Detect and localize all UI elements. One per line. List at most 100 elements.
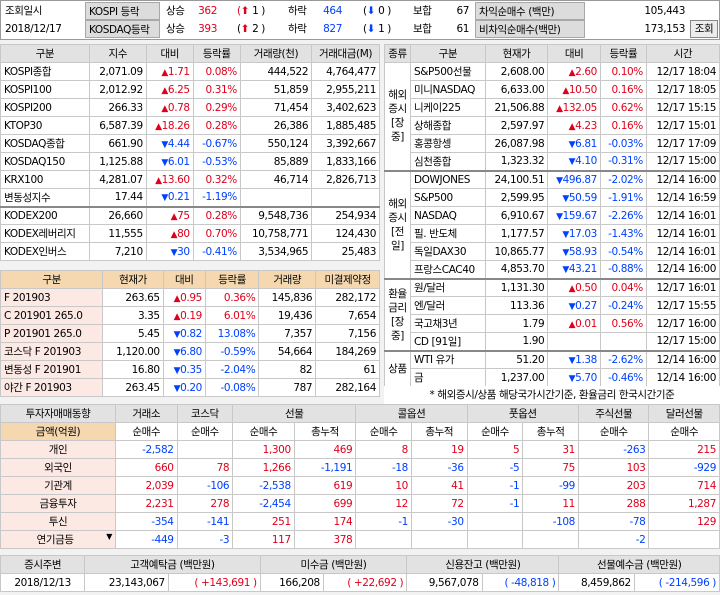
world-change: 0.50 — [547, 278, 601, 297]
index-value: 6,587.39 — [88, 116, 147, 135]
investor-row[interactable]: 금융투자 2,231 278 -2,454 699 12 72 -1 11 288 1,287 — [0, 494, 720, 513]
deriv-price: 3.35 — [102, 306, 164, 325]
world-row[interactable]: 해외증시[장중]S&P500선물2,608.002.600.10%12/17 1… — [384, 62, 720, 171]
index-row[interactable]: KOSDAQ1501,125.886.01-0.53%85,8891,833,1… — [0, 152, 380, 171]
index-row[interactable]: KTOP306,587.3918.260.28%26,3861,885,485 — [0, 116, 380, 135]
index-volume: 550,124 — [239, 134, 313, 153]
index-name: KODEX인버스 — [0, 242, 90, 261]
funds-header-4: 선물예수금 (백만원) — [558, 555, 720, 574]
index-value: 2,071.09 — [88, 62, 147, 81]
world-row[interactable]: NASDAQ6,910.67159.67-2.26%12/14 16:01 — [385, 206, 720, 225]
world-row[interactable]: 환율금리[장중]원/달러1,131.300.500.04%12/17 16:01 — [384, 278, 720, 351]
query-button[interactable]: 조회 — [690, 20, 718, 38]
world-row[interactable]: S&P5002,599.9550.59-1.91%12/14 16:59 — [385, 188, 720, 207]
funds-credit-change: ( -48,818 ) — [481, 573, 560, 592]
investor-value: 75 — [522, 458, 579, 477]
deriv-name: P 201901 265.0 — [0, 324, 104, 343]
world-name: 홍콩항셍 — [410, 134, 486, 153]
deriv-row[interactable]: C 201901 265.03.350.196.01%19,4367,654 — [0, 306, 380, 325]
index-row[interactable]: KODEX20026,660750.28%9,548,736254,934 — [0, 206, 380, 225]
world-row[interactable]: 홍콩항셍26,087.986.81-0.03%12/17 17:09 — [385, 134, 720, 153]
index-row[interactable]: KOSPI200266.330.780.29%71,4543,402,623 — [0, 98, 380, 117]
world-time: 12/17 16:00 — [645, 314, 720, 333]
index-change: 13.60 — [145, 170, 194, 189]
world-name: 프랑스CAC40 — [410, 260, 486, 279]
index-row[interactable]: KOSPI종합2,071.091.710.08%444,5224,764,477 — [0, 62, 380, 81]
deriv-name: 코스닥 F 201903 — [0, 342, 104, 361]
investor-value: 1,300 — [232, 440, 295, 459]
investor-row[interactable]: 개인 -2,582 1,300 469 8 19 5 31 -263 215 — [0, 440, 720, 459]
world-header-row: 종류 구분 현재가 대비 등락률 시간 — [384, 44, 720, 63]
nonarb-label: 비차익순매수(백만) — [475, 20, 585, 38]
index-rate: 0.28% — [192, 206, 241, 225]
index-header-row: 구분 지수 대비 등락률 거래량(천) 거래대금(M) — [0, 44, 380, 63]
index-row[interactable]: 변동성지수17.440.21-1.19% — [0, 188, 380, 207]
investor-value: 278 — [176, 494, 234, 513]
kosdaq-downl: (⬇ 1 ) — [363, 23, 391, 35]
world-row[interactable]: 독일DAX3010,865.7758.93-0.54%12/14 16:01 — [385, 242, 720, 261]
world-row[interactable]: 미니NASDAQ6,633.0010.500.16%12/17 18:05 — [385, 80, 720, 99]
index-value: 4,281.07 — [88, 170, 147, 189]
deriv-volume: 82 — [258, 360, 317, 379]
deriv-row[interactable]: 코스닥 F 2019031,120.006.80-0.59%54,664184,… — [0, 342, 380, 361]
world-row[interactable]: 국고채3년1.790.010.56%12/17 16:00 — [385, 314, 720, 333]
deriv-name: 변동성 F 201901 — [0, 360, 104, 379]
world-name: DOWJONES — [410, 170, 486, 189]
world-row[interactable]: 엔/달러113.360.27-0.24%12/17 15:55 — [385, 296, 720, 315]
index-row[interactable]: KODEX레버리지11,555800.70%10,758,771124,430 — [0, 224, 380, 243]
world-row[interactable]: 해외증시[전일]DOWJONES24,100.51496.87-2.02%12/… — [384, 170, 720, 279]
world-row[interactable]: 프랑스CAC404,853.7043.21-0.88%12/14 16:00 — [385, 260, 720, 279]
index-change: 80 — [145, 224, 194, 243]
world-row[interactable]: 심천종합1,323.324.10-0.31%12/17 15:00 — [385, 152, 720, 171]
world-name: NASDAQ — [410, 206, 486, 225]
index-table: 구분지수대비등락률거래량(천)거래대금(M)KOSPI종합2,071.091.7… — [0, 44, 380, 261]
index-row[interactable]: KODEX인버스7,21030-0.41%3,534,96525,483 — [0, 242, 380, 261]
index-value: 2,012.92 — [88, 80, 147, 99]
world-change: 17.03 — [547, 224, 601, 243]
world-price: 2,597.97 — [484, 116, 549, 135]
deriv-row[interactable]: 야간 F 201903263.450.20-0.08%787282,164 — [0, 378, 380, 397]
index-row[interactable]: KOSPI1002,012.926.250.31%51,8592,955,211 — [0, 80, 380, 99]
world-row[interactable]: CD [91일] 1.90 12/17 15:00 — [385, 332, 720, 351]
index-value: 26,660 — [88, 206, 147, 225]
world-row[interactable]: 상해종합2,597.974.230.16%12/17 15:01 — [385, 116, 720, 135]
world-change: 50.59 — [547, 188, 601, 207]
index-row[interactable]: KRX1004,281.0713.600.32%46,7142,826,713 — [0, 170, 380, 189]
world-row[interactable]: 금1,237.005.70-0.46%12/14 16:00 — [385, 368, 720, 387]
world-row[interactable]: 니케이22521,506.88132.050.62%12/17 15:15 — [385, 98, 720, 117]
deriv-header-row: 구분 현재가 대비 등락률 거래량 미결제약정 — [0, 270, 380, 289]
flat-label-2: 보합 — [413, 23, 432, 35]
investor-row[interactable]: 연기금등 ▼ -449 -3 117 378 -2 — [0, 530, 720, 549]
investor-value: -929 — [648, 458, 720, 477]
world-name: 필. 반도체 — [410, 224, 486, 243]
world-row[interactable]: 필. 반도체1,177.5717.03-1.43%12/14 16:01 — [385, 224, 720, 243]
deriv-row[interactable]: F 201903263.650.950.36%145,836282,172 — [0, 288, 380, 307]
deriv-open-interest: 282,172 — [315, 288, 380, 307]
index-header-3: 등락률 — [192, 44, 241, 63]
date-value[interactable]: 2018/12/17 — [2, 20, 80, 38]
investor-value: -99 — [522, 476, 579, 495]
world-rate: -0.54% — [599, 242, 647, 261]
investor-dropdown-icon[interactable]: ▼ — [106, 532, 112, 541]
index-name: KODEX200 — [0, 206, 90, 225]
investor-value: -106 — [176, 476, 234, 495]
world-change — [547, 332, 601, 351]
world-group-label-line: [전일] — [391, 225, 404, 252]
world-header-4: 등락률 — [599, 44, 647, 63]
deriv-row[interactable]: P 201901 265.05.450.8213.08%7,3577,156 — [0, 324, 380, 343]
investor-group-row: 투자자매매동향 거래소 코스닥 선물 콜옵션 풋옵션 주식선물 달러선물 — [0, 404, 720, 423]
investor-value: -1,191 — [293, 458, 357, 477]
investor-value: -141 — [176, 512, 234, 531]
investor-row[interactable]: 기관계 2,039 -106 -2,538 619 10 41 -1 -99 203 714 — [0, 476, 720, 495]
index-row[interactable]: KOSDAQ종합661.904.44-0.67%550,1243,392,667 — [0, 134, 380, 153]
kosdaq-upl: (⬆ 2 ) — [237, 23, 265, 35]
world-row[interactable]: 상품WTI 유가51.201.38-2.62%12/14 16:00 — [384, 350, 720, 387]
deriv-row[interactable]: 변동성 F 20190116.800.35-2.04%8261 — [0, 360, 380, 379]
world-group-label: 해외 증시 [장중] — [384, 62, 411, 171]
deriv-price: 16.80 — [102, 360, 164, 379]
world-note: * 해외증시/상품 해당국가시간기준, 환율금리 한국시간기준 — [384, 386, 720, 404]
investor-row[interactable]: 외국인 660 78 1,266 -1,191 -18 -36 -5 75 103 -929 — [0, 458, 720, 477]
investor-row[interactable]: 투신 -354 -141 251 174 -1 -30 -108 -78 129 — [0, 512, 720, 531]
index-change: 0.21 — [145, 188, 194, 207]
funds-deposit: 23,143,067 — [84, 573, 169, 592]
